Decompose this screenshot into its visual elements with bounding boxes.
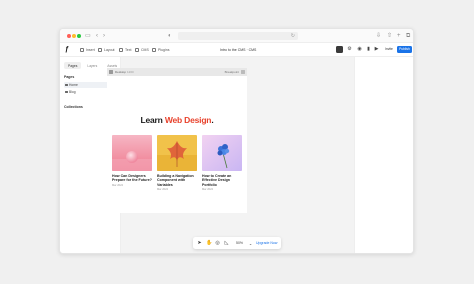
frame-label-bar[interactable]: Desktop 1200 Breakpoint (107, 68, 247, 76)
blog-card[interactable]: Building a Navigation Component with Var… (157, 135, 197, 191)
desktop-icon (109, 70, 113, 74)
card-title: How to Create an Effective Design Portfo… (202, 174, 232, 187)
page-headline[interactable]: Learn Web Design. (107, 115, 247, 125)
new-tab-icon[interactable]: + (397, 32, 401, 40)
publish-button[interactable]: Publish (397, 46, 412, 53)
desktop-frame[interactable]: Learn Web Design. How Can Designers Prep… (107, 76, 247, 213)
insert-tool[interactable]: Insert (80, 46, 95, 54)
pages-heading: Pages (64, 75, 75, 79)
pink-sphere-image (112, 135, 152, 171)
invite-button[interactable]: Invite (382, 46, 396, 53)
page-item-label: Home (69, 83, 78, 87)
avatar[interactable] (336, 46, 343, 53)
sidebar-toggle-icon[interactable]: ▭ (85, 32, 91, 40)
blog-card[interactable]: How Can Designers Prepare for the Future… (112, 135, 152, 187)
comment-icon[interactable]: ◎ (215, 240, 220, 246)
app-logo-icon[interactable]: ƒ (65, 46, 73, 54)
cms-tool-label: CMS (141, 48, 149, 52)
chevron-down-icon[interactable]: ⌄ (248, 241, 253, 246)
preview-play-icon[interactable]: ▶ (374, 47, 379, 52)
properties-panel (354, 57, 413, 253)
card-title: How Can Designers Prepare for the Future… (112, 174, 152, 183)
ruler-icon[interactable]: ◺ (224, 240, 229, 246)
frame-name: Desktop (115, 70, 127, 74)
zoom-level[interactable]: 50% (236, 241, 243, 245)
page-icon (65, 90, 68, 93)
layout-icon (98, 48, 102, 52)
browser-chrome: ▭ ‹ › ◐ ↻ ⇩ ⇧ + ⧉ (60, 29, 413, 43)
home-icon (65, 83, 68, 86)
yellow-leaf-image (157, 135, 197, 171)
document-title[interactable]: Intro to the CMS · CMS (220, 48, 256, 52)
headline-suffix: . (211, 115, 214, 125)
back-icon[interactable]: ‹ (96, 32, 98, 40)
upgrade-button[interactable]: Upgrade Now (256, 241, 277, 245)
analytics-icon[interactable]: ▮ (366, 47, 371, 52)
hand-icon[interactable]: ✋ (206, 240, 212, 246)
tab-pages[interactable]: Pages (64, 62, 82, 69)
tabs-overview-icon[interactable]: ⧉ (406, 32, 410, 40)
blue-flower-image (202, 135, 242, 171)
breakpoint-button[interactable]: Breakpoint (225, 70, 239, 74)
close-window-button[interactable] (67, 34, 71, 38)
share-icon[interactable]: ⇧ (387, 32, 392, 40)
plugins-tool-label: Plugins (158, 48, 170, 52)
frame-size: 1200 (127, 70, 134, 74)
card-meta: Mar 2024 (157, 187, 168, 191)
text-icon (119, 48, 123, 52)
collections-heading: Collections (64, 105, 83, 109)
plus-icon (80, 48, 84, 52)
plugins-tool[interactable]: Plugins (152, 46, 169, 54)
database-icon (135, 48, 139, 52)
card-meta: Mar 2024 (202, 187, 213, 191)
shield-icon: ◐ (168, 33, 172, 39)
forward-icon[interactable]: › (103, 32, 105, 40)
card-meta: Mar 2024 (112, 183, 123, 187)
reload-icon[interactable]: ↻ (291, 32, 295, 40)
layout-tool-label: Layout (104, 48, 115, 52)
download-icon[interactable]: ⇩ (376, 32, 381, 40)
maximize-window-button[interactable] (77, 34, 81, 38)
tab-layers[interactable]: Layers (83, 62, 101, 69)
plugin-icon (152, 48, 156, 52)
help-icon[interactable]: ◉ (357, 47, 362, 52)
card-title: Building a Navigation Component with Var… (157, 174, 194, 187)
floating-toolbar: ➤ ✋ ◎ ◺ 50% ⌄ Upgrade Now (193, 237, 281, 249)
frame-menu-icon[interactable] (241, 69, 245, 74)
cursor-icon[interactable]: ➤ (197, 240, 202, 246)
minimize-window-button[interactable] (72, 34, 76, 38)
headline-prefix: Learn (140, 115, 165, 125)
text-tool[interactable]: Text (119, 46, 131, 54)
insert-tool-label: Insert (86, 48, 95, 52)
headline-accent: Web Design (164, 115, 212, 125)
app-toolbar: ƒ Insert Layout Text CMS Plugins Intro t… (60, 43, 413, 57)
blog-card[interactable]: How to Create an Effective Design Portfo… (202, 135, 242, 191)
settings-icon[interactable]: ⚙ (347, 47, 352, 52)
text-tool-label: Text (125, 48, 132, 52)
page-item-label: Blog (69, 90, 76, 94)
address-bar[interactable]: ↻ (178, 32, 298, 40)
layout-tool[interactable]: Layout (98, 46, 115, 54)
cms-tool[interactable]: CMS (135, 46, 149, 54)
